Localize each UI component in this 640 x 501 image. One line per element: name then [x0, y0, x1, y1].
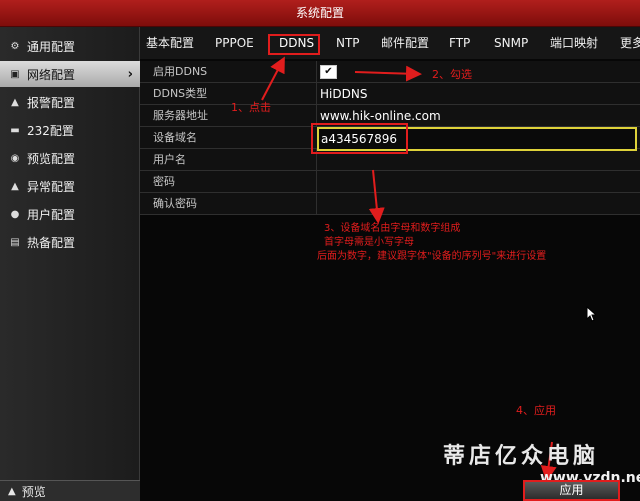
sidebar: ⚙ 通用配置 ▣ 网络配置 › ▲ 报警配置 ▬ 232配置 ◉ 预览配置 ▲ …: [0, 27, 140, 501]
annotation-step2: 2、勾选: [432, 68, 472, 81]
hotspare-icon: ▤: [10, 236, 20, 248]
sidebar-item-alarm[interactable]: ▲ 报警配置: [0, 89, 140, 115]
annotation-step3-line1: 3、设备域名由字母和数字组成: [324, 223, 461, 234]
sidebar-item-label: 用户配置: [27, 207, 76, 222]
preview-button[interactable]: ▲ 预览: [0, 480, 140, 501]
alarm-icon: ▲: [11, 96, 19, 108]
sidebar-item-label: 通用配置: [27, 39, 76, 54]
home-icon: ▲: [8, 485, 16, 497]
ddns-type-select[interactable]: HiDDNS: [320, 83, 367, 105]
annotation-step3-line2: 首字母需是小写字母: [324, 237, 414, 248]
eye-icon: ◉: [10, 152, 20, 164]
sidebar-item-preview-config[interactable]: ◉ 预览配置: [0, 145, 140, 171]
domain-label: 设备域名: [153, 131, 197, 144]
row-confirm-password: 确认密码: [140, 193, 640, 215]
column-divider: [316, 193, 317, 215]
tab-basic[interactable]: 基本配置: [146, 27, 194, 59]
apply-button[interactable]: 应用: [523, 480, 620, 501]
password-label: 密码: [153, 175, 175, 188]
sidebar-item-label: 232配置: [27, 123, 74, 138]
column-divider: [316, 83, 317, 105]
sidebar-item-label: 热备配置: [27, 235, 76, 250]
sidebar-item-label: 网络配置: [27, 67, 76, 82]
sidebar-item-label: 预览配置: [27, 151, 76, 166]
username-label: 用户名: [153, 153, 186, 166]
window-title: 系统配置: [0, 0, 640, 27]
sidebar-item-network[interactable]: ▣ 网络配置 ›: [0, 61, 140, 87]
tab-more[interactable]: 更多: [620, 27, 640, 59]
sidebar-item-general[interactable]: ⚙ 通用配置: [0, 33, 140, 59]
sidebar-item-label: 异常配置: [27, 179, 76, 194]
sidebar-item-exception[interactable]: ▲ 异常配置: [0, 173, 140, 199]
sidebar-item-label: 报警配置: [27, 95, 76, 110]
chevron-right-icon: ›: [127, 66, 133, 82]
domain-highlight: [311, 123, 408, 154]
tab-snmp[interactable]: SNMP: [494, 27, 528, 59]
ddns-tab-highlight: [268, 34, 320, 55]
enable-ddns-checkbox[interactable]: ✔: [320, 65, 337, 79]
row-ddns-type: DDNS类型 HiDDNS: [140, 83, 640, 105]
gear-icon: ⚙: [10, 40, 20, 52]
tab-pppoe[interactable]: PPPOE: [215, 27, 254, 59]
confirm-password-label: 确认密码: [153, 197, 197, 210]
column-divider: [316, 171, 317, 193]
warning-icon: ▲: [11, 180, 19, 192]
tab-ftp[interactable]: FTP: [449, 27, 470, 59]
column-divider: [316, 61, 317, 83]
row-password: 密码: [140, 171, 640, 193]
sidebar-item-user[interactable]: ● 用户配置: [0, 201, 140, 227]
annotation-step3-line3: 后面为数字，建议跟字体"设备的序列号"来进行设置: [317, 251, 547, 262]
watermark-text: 蒂店亿众电脑: [443, 443, 600, 469]
row-enable-ddns: 启用DDNS: [140, 61, 640, 83]
tab-port-mapping[interactable]: 端口映射: [550, 27, 598, 59]
serial-icon: ▬: [10, 124, 20, 136]
preview-label: 预览: [21, 484, 46, 499]
enable-ddns-label: 启用DDNS: [153, 65, 208, 78]
ddns-type-label: DDNS类型: [153, 87, 208, 100]
user-icon: ●: [10, 208, 20, 220]
tab-bar: 基本配置 PPPOE DDNS NTP 邮件配置 FTP SNMP 端口映射 更…: [140, 27, 640, 59]
server-label: 服务器地址: [153, 109, 208, 122]
tab-email[interactable]: 邮件配置: [381, 27, 429, 59]
sidebar-item-232[interactable]: ▬ 232配置: [0, 117, 140, 143]
mouse-cursor-icon: [586, 306, 596, 322]
annotation-step4: 4、应用: [516, 404, 556, 417]
annotation-step1: 1、点击: [231, 101, 271, 114]
network-icon: ▣: [10, 68, 20, 80]
sidebar-item-hotspare[interactable]: ▤ 热备配置: [0, 229, 140, 255]
tab-ntp[interactable]: NTP: [336, 27, 360, 59]
